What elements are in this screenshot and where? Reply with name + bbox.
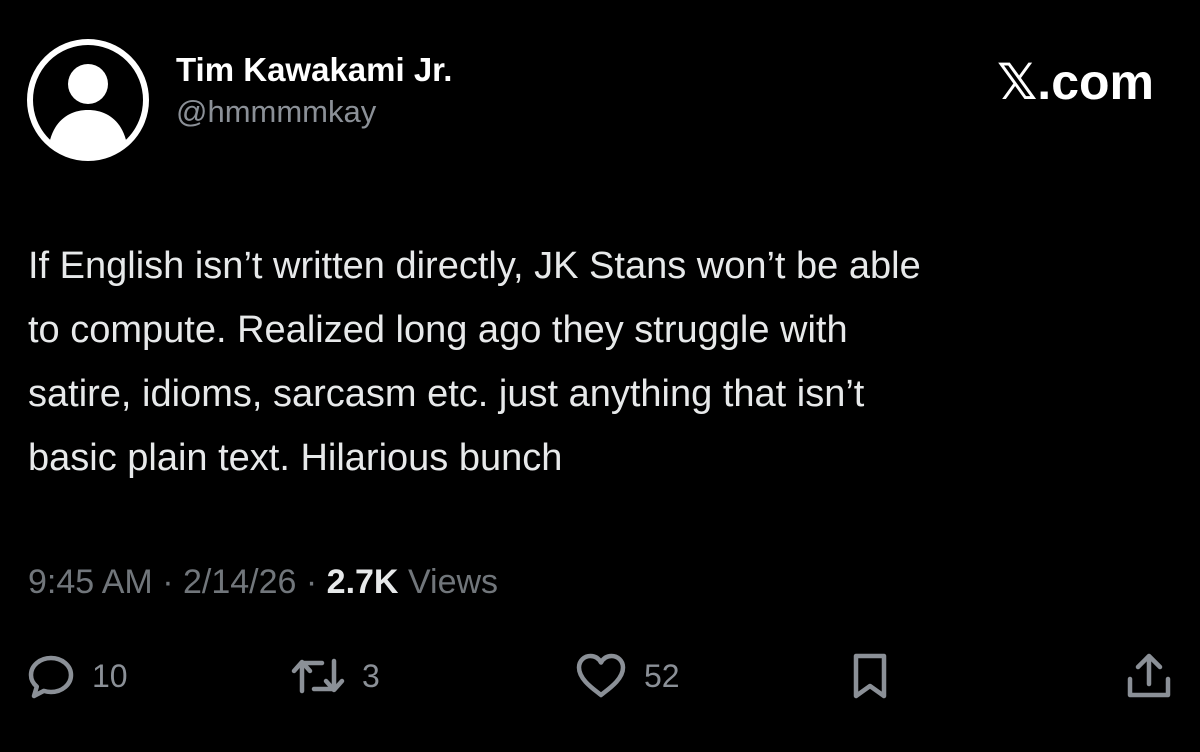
- repost-icon: [291, 658, 345, 694]
- repost-button[interactable]: 3: [290, 648, 380, 704]
- bookmark-icon: [853, 653, 887, 699]
- author-info: Tim Kawakami Jr. @hmmmmkay: [176, 50, 452, 132]
- tweet-text-line: basic plain text. Hilarious bunch: [28, 437, 563, 479]
- user-handle[interactable]: @hmmmmkay: [176, 92, 452, 132]
- reply-icon: [28, 655, 74, 699]
- share-button[interactable]: [1124, 648, 1174, 704]
- reply-button[interactable]: 10: [26, 648, 128, 704]
- default-user-avatar-icon: [27, 39, 149, 161]
- tweet-text-line: If English isn’t written directly, JK St…: [28, 245, 921, 287]
- views-count: 2.7K: [326, 563, 399, 601]
- brand-logo: 𝕏.com: [997, 54, 1154, 110]
- tweet-text: If English isn’t written directly, JK St…: [28, 234, 1168, 490]
- meta-separator: ·: [305, 563, 318, 601]
- heart-icon: [576, 653, 626, 698]
- like-button[interactable]: 52: [574, 648, 680, 704]
- bookmark-button[interactable]: [848, 648, 892, 704]
- tweet-text-line: to compute. Realized long ago they strug…: [28, 309, 848, 351]
- share-icon: [1127, 653, 1171, 698]
- like-count: 52: [644, 658, 680, 694]
- display-name[interactable]: Tim Kawakami Jr.: [176, 50, 452, 90]
- meta-separator: ·: [162, 563, 174, 601]
- tweet-meta: 9:45 AM · 2/14/26 · 2.7K Views: [28, 562, 498, 602]
- tweet-time[interactable]: 9:45 AM: [28, 563, 153, 601]
- avatar[interactable]: [26, 38, 150, 162]
- action-bar: 10 3 52: [0, 648, 1200, 704]
- tweet-text-line: satire, idioms, sarcasm etc. just anythi…: [28, 373, 865, 415]
- views-label: Views: [407, 563, 499, 601]
- reply-count: 10: [92, 658, 128, 694]
- tweet-date[interactable]: 2/14/26: [183, 563, 296, 601]
- repost-count: 3: [362, 658, 380, 694]
